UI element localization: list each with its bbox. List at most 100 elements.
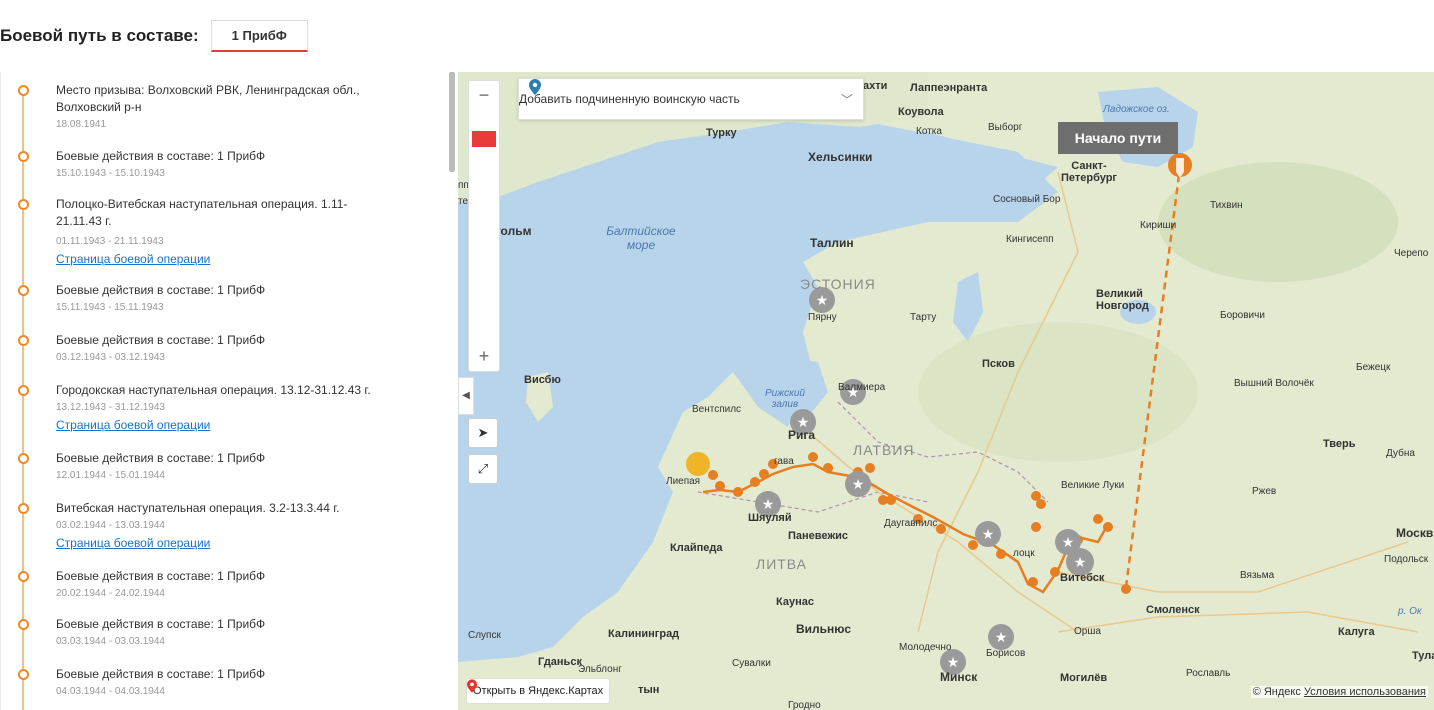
map-label: Рославль — [1186, 668, 1231, 679]
map-label: Вязьма — [1240, 570, 1275, 581]
timeline-item-date: 01.11.1943 - 21.11.1943 — [56, 236, 164, 247]
page-title: Боевой путь в составе: — [0, 26, 199, 45]
map-label: р. Ок — [1398, 606, 1422, 617]
map-label: Рижский залив — [765, 388, 805, 410]
first-marker-icon[interactable] — [686, 452, 710, 476]
route-pin-icon[interactable] — [1028, 577, 1038, 587]
route-pin-icon[interactable] — [759, 469, 769, 479]
zoom-out-button[interactable]: − — [469, 85, 499, 106]
route-pin-icon[interactable] — [1036, 499, 1046, 509]
route-pin-icon[interactable] — [1093, 514, 1103, 524]
timeline-item-title: Городокская наступательная операция. 13.… — [56, 383, 371, 397]
map-label: Пярну — [808, 312, 837, 323]
timeline-item-title: Боевые действия в составе: 1 ПрибФ — [56, 667, 266, 681]
route-pin-icon[interactable] — [886, 495, 896, 505]
operation-page-link[interactable]: Страница боевой операции — [56, 418, 210, 432]
map-label: Молодечно — [899, 642, 952, 653]
map-label: ахти — [863, 80, 888, 92]
collapse-panel-button[interactable]: ◀ — [458, 377, 474, 415]
route-pin-icon[interactable] — [733, 487, 743, 497]
forest-area — [918, 322, 1198, 462]
timeline-item-title: Место призыва: Волховский РВК, Ленинград… — [56, 83, 360, 114]
fullscreen-icon[interactable]: ⤢ — [468, 454, 498, 484]
operation-page-link[interactable]: Страница боевой операции — [56, 536, 210, 550]
timeline-panel: Место призыва: Волховский РВК, Ленинград… — [0, 72, 451, 710]
map-label: Калуга — [1338, 626, 1375, 638]
map-label: Котка — [916, 126, 942, 137]
map-label: Эльблонг — [578, 664, 622, 675]
map-label: Гданьск — [538, 656, 582, 668]
map-label: Борисов — [986, 648, 1026, 659]
map-label: Каунас — [776, 596, 814, 608]
timeline-item-date: 03.02.1944 - 13.03.1944 — [56, 520, 165, 531]
map-label: Слупск — [468, 630, 501, 641]
star-icon: ★ — [982, 527, 995, 543]
route-pin-icon[interactable] — [715, 481, 725, 491]
map-label: Тверь — [1323, 438, 1356, 450]
timeline-dot-icon — [18, 285, 29, 296]
timeline-item-title: Полоцко-Витебская наступательная операци… — [56, 197, 348, 228]
timeline-item-title: Боевые действия в составе: 1 ПрибФ — [56, 617, 266, 631]
map-label: Лиепая — [666, 476, 701, 487]
route-pin-icon[interactable] — [823, 463, 833, 473]
zoom-control: − + — [468, 80, 500, 372]
map-label: Тихвин — [1210, 200, 1243, 211]
timeline-dot-icon — [18, 85, 29, 96]
open-yandex-maps-button[interactable]: Открыть в Яндекс.Картах — [466, 678, 611, 704]
timeline-item-title: Боевые действия в составе: 1 ПрибФ — [56, 149, 266, 163]
terms-link[interactable]: Условия использования — [1304, 686, 1426, 698]
route-pin-icon[interactable] — [1121, 584, 1131, 594]
location-pin-icon — [529, 79, 541, 95]
timeline-scrollbar[interactable] — [449, 72, 455, 172]
route-pin-icon[interactable] — [750, 477, 760, 487]
map-label: Валмиера — [838, 382, 886, 393]
map-label: Хельсинки — [808, 150, 873, 164]
map-label: Таллин — [810, 236, 854, 250]
route-pin-icon[interactable] — [808, 452, 818, 462]
star-icon: ★ — [1062, 535, 1075, 551]
map-label: Дубна — [1386, 448, 1415, 459]
geolocation-icon[interactable]: ➤ — [468, 418, 498, 448]
map-label: Москв — [1396, 526, 1434, 540]
timeline-dot-icon — [18, 619, 29, 630]
forest-area — [1158, 162, 1398, 282]
road — [1057, 541, 1409, 593]
route-pin-icon[interactable] — [865, 463, 875, 473]
map-label: Санкт-Петербург — [1060, 160, 1118, 184]
timeline-dot-icon — [18, 453, 29, 464]
map-label: Боровичи — [1220, 310, 1265, 321]
map[interactable]: ★ ★ ★ ★ ★ ★ ★ ★ ★ ★ ахти Лаппеэнранта Ко… — [458, 72, 1434, 710]
add-unit-dropdown[interactable]: Добавить подчиненную воинскую часть ﹀ — [518, 78, 864, 120]
map-label: Могилёв — [1060, 672, 1108, 684]
timeline-line — [22, 88, 24, 710]
star-icon: ★ — [1074, 555, 1087, 571]
map-label: Клайпеда — [670, 542, 723, 554]
map-label: ЛИТВА — [756, 556, 808, 572]
zoom-level-indicator[interactable] — [472, 131, 496, 147]
copyright: © Яндекс Условия использования — [1250, 686, 1428, 698]
timeline-item-title: Боевые действия в составе: 1 ПрибФ — [56, 569, 266, 583]
map-label: Ржев — [1252, 486, 1277, 497]
route-pin-icon[interactable] — [936, 524, 946, 534]
star-icon: ★ — [816, 293, 829, 309]
route-pin-icon[interactable] — [1031, 522, 1041, 532]
route-pin-icon[interactable] — [1050, 567, 1060, 577]
map-label: Даугавпилс — [884, 518, 938, 529]
timeline-dot-icon — [18, 669, 29, 680]
route-pin-icon[interactable] — [1103, 522, 1113, 532]
unit-tab[interactable]: 1 ПрибФ — [210, 20, 308, 52]
route-pin-icon[interactable] — [968, 540, 978, 550]
map-label: гава — [774, 456, 794, 467]
timeline-item-date: 15.10.1943 - 15.10.1943 — [56, 168, 165, 179]
map-label: Орша — [1074, 626, 1101, 637]
operation-page-link[interactable]: Страница боевой операции — [56, 252, 210, 266]
open-yandex-label: Открыть в Яндекс.Картах — [473, 685, 604, 697]
copyright-text: © Яндекс — [1252, 686, 1301, 698]
map-label: Сувалки — [732, 658, 771, 669]
route-pin-icon[interactable] — [996, 549, 1006, 559]
dropdown-label: Добавить подчиненную воинскую часть — [519, 92, 740, 106]
route-pin-icon[interactable] — [708, 470, 718, 480]
zoom-in-button[interactable]: + — [469, 346, 499, 367]
header: Боевой путь в составе: 1 ПрибФ — [0, 18, 308, 54]
map-label: Великий Новгород — [1096, 288, 1149, 312]
